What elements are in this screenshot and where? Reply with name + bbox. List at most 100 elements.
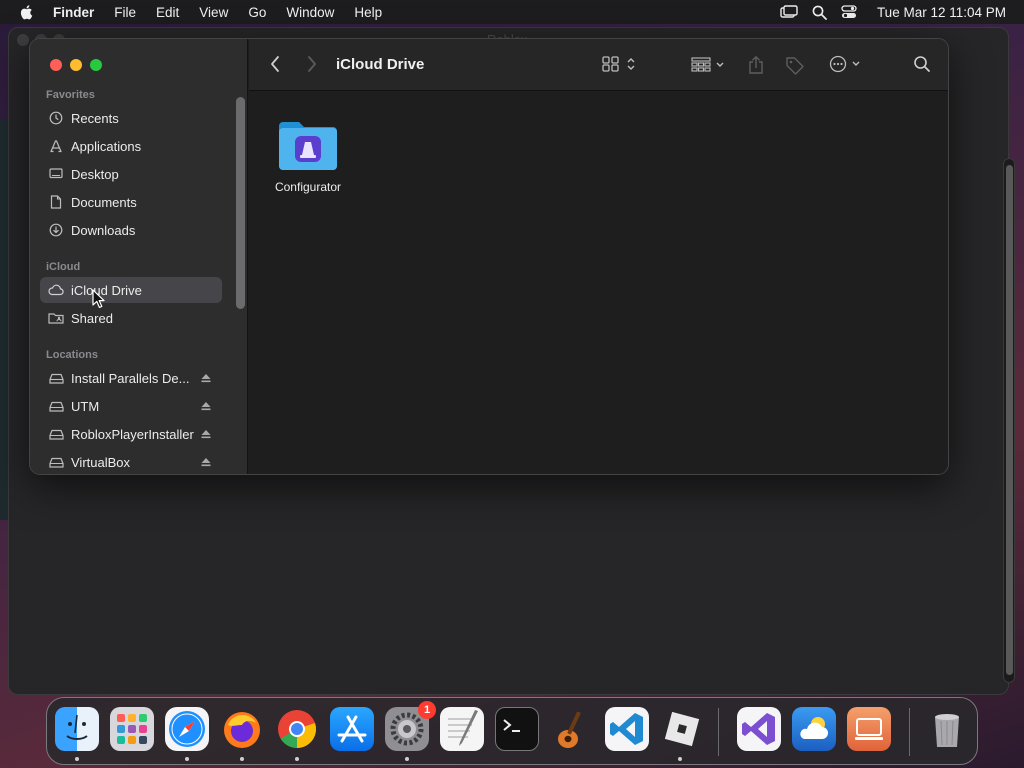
apple-menu-icon[interactable] [18, 3, 36, 21]
eject-icon[interactable] [200, 372, 212, 384]
dock-separator [909, 708, 910, 756]
menu-file[interactable]: File [114, 5, 136, 20]
dock-firefox[interactable] [220, 707, 264, 751]
menu-go[interactable]: Go [248, 5, 266, 20]
shared-folder-icon [48, 310, 64, 326]
file-item[interactable]: Configurator [269, 120, 347, 194]
dock-roblox[interactable] [660, 707, 704, 751]
sidebar-item-icloud-drive[interactable]: iCloud Drive [40, 277, 222, 303]
drive-icon [48, 370, 64, 386]
eject-icon[interactable] [200, 400, 212, 412]
sidebar-item-location[interactable]: Install Parallels De... [40, 365, 222, 391]
sidebar-section-favorites: Favorites [46, 89, 95, 101]
sidebar-item-shared[interactable]: Shared [40, 305, 222, 331]
sidebar-section-locations: Locations [46, 349, 98, 361]
background-window-scrollbar[interactable] [1003, 158, 1015, 683]
sidebar-item-documents[interactable]: Documents [40, 189, 222, 215]
dock-trash[interactable] [925, 707, 969, 751]
menu-edit[interactable]: Edit [156, 5, 179, 20]
finder-toolbar: iCloud Drive [249, 39, 948, 91]
weather-icon [800, 717, 828, 739]
group-grid-icon [691, 57, 724, 72]
dock-separator [718, 708, 719, 756]
finder-icon [66, 714, 88, 740]
screen-mirroring-icon[interactable] [780, 5, 798, 19]
dock: 1 [46, 697, 978, 765]
sidebar-item-recents[interactable]: Recents [40, 105, 222, 131]
dock-visual-studio[interactable] [737, 707, 781, 751]
vscode-icon [610, 713, 643, 745]
parallels-icon [855, 718, 883, 740]
notification-badge: 1 [418, 701, 436, 719]
sidebar-item-label: Documents [71, 194, 137, 210]
view-mode-button[interactable] [602, 55, 638, 73]
eject-icon[interactable] [200, 456, 212, 468]
finder-window[interactable]: Favorites Recents Applications Desktop D… [29, 38, 949, 475]
sidebar-item-location[interactable]: VirtualBox [40, 449, 222, 474]
window-controls [50, 59, 102, 71]
window-title: iCloud Drive [336, 56, 425, 73]
search-button[interactable] [913, 55, 931, 73]
action-menu-button[interactable] [829, 55, 863, 73]
dock-app-store[interactable] [330, 707, 374, 751]
sidebar-item-label: Shared [71, 310, 113, 326]
finder-content-area[interactable]: Configurator [249, 92, 948, 474]
tag-button[interactable] [785, 55, 805, 75]
document-icon [48, 194, 64, 210]
dock-system-settings[interactable]: 1 [385, 701, 436, 751]
sidebar-item-label: VirtualBox [71, 454, 131, 470]
eject-icon[interactable] [200, 428, 212, 440]
back-button[interactable] [269, 55, 281, 73]
sidebar-item-label: UTM [71, 398, 100, 414]
sidebar-item-desktop[interactable]: Desktop [40, 161, 222, 187]
terminal-icon [503, 719, 520, 732]
zoom-button[interactable] [90, 59, 102, 71]
dock-textedit[interactable] [440, 707, 484, 751]
sidebar-item-location[interactable]: RobloxPlayerInstaller [40, 421, 222, 447]
forward-button[interactable] [306, 55, 318, 73]
sidebar-item-label: RobloxPlayerInstaller [71, 426, 194, 442]
running-indicator [295, 757, 299, 761]
dock-parallels[interactable] [847, 707, 891, 751]
sidebar-item-applications[interactable]: Applications [40, 133, 222, 159]
dock-weather[interactable] [792, 707, 836, 751]
chevron-left-icon [271, 56, 279, 72]
sidebar-scrollbar[interactable] [236, 97, 245, 309]
menu-app-name[interactable]: Finder [53, 5, 94, 20]
app-store-icon [337, 715, 367, 743]
menu-help[interactable]: Help [354, 5, 382, 20]
group-by-button[interactable] [691, 55, 727, 73]
dock-launchpad[interactable] [110, 707, 154, 751]
dock-safari[interactable] [165, 707, 209, 751]
safari-icon [169, 711, 205, 747]
drive-icon [48, 426, 64, 442]
sidebar-item-label: Recents [71, 110, 119, 126]
control-center-icon[interactable] [841, 5, 857, 19]
sidebar-item-label: Install Parallels De... [71, 370, 190, 386]
dock-chrome[interactable] [275, 707, 319, 751]
dock-garageband[interactable] [550, 707, 594, 751]
launchpad-icon [117, 714, 147, 744]
menu-bar: Finder File Edit View Go Window Help Tue… [0, 0, 1024, 24]
dock-terminal[interactable] [495, 707, 539, 751]
share-icon [749, 55, 763, 74]
dock-finder[interactable] [55, 707, 99, 751]
menu-view[interactable]: View [199, 5, 228, 20]
dock-vscode[interactable] [605, 707, 649, 751]
menu-window[interactable]: Window [286, 5, 334, 20]
minimize-button[interactable] [70, 59, 82, 71]
roblox-icon [664, 711, 700, 747]
sidebar-item-location[interactable]: UTM [40, 393, 222, 419]
sidebar-item-label: Desktop [71, 166, 119, 182]
close-button[interactable] [50, 59, 62, 71]
garageband-icon [558, 711, 581, 748]
search-icon [914, 56, 930, 72]
tag-icon [786, 57, 804, 75]
sidebar-item-downloads[interactable]: Downloads [40, 217, 222, 243]
download-icon [48, 222, 64, 238]
sidebar-item-label: iCloud Drive [71, 282, 142, 298]
spotlight-search-icon[interactable] [812, 5, 827, 20]
menu-bar-clock[interactable]: Tue Mar 12 11:04 PM [877, 5, 1006, 20]
share-button[interactable] [747, 55, 765, 75]
clock-icon [48, 110, 64, 126]
